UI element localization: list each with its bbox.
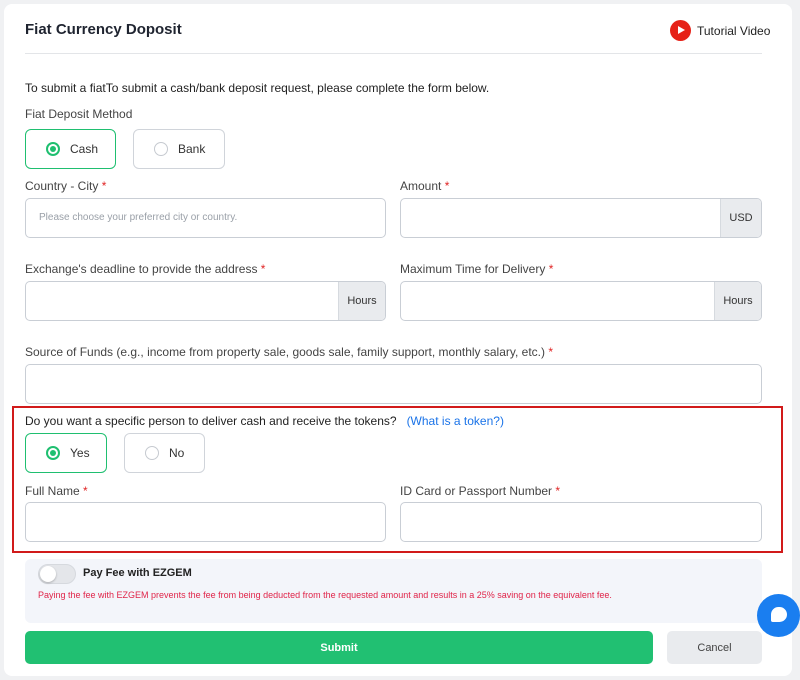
pay-fee-label: Pay Fee with EZGEM — [83, 567, 192, 579]
country-city-placeholder: Please choose your preferred city or cou… — [39, 212, 238, 223]
max-delivery-input[interactable]: Hours — [400, 281, 762, 321]
amount-label: Amount * — [400, 179, 450, 193]
source-of-funds-input[interactable] — [25, 364, 762, 404]
exchange-deadline-input[interactable]: Hours — [25, 281, 386, 321]
specific-person-option-label: Yes — [70, 446, 90, 460]
radio-unchecked-icon — [154, 142, 168, 156]
deposit-method-label: Fiat Deposit Method — [25, 107, 133, 121]
intro-text: To submit a fiatTo submit a cash/bank de… — [25, 81, 490, 95]
youtube-play-icon — [670, 20, 691, 41]
amount-currency-suffix: USD — [720, 199, 761, 237]
radio-checked-icon — [46, 446, 60, 460]
specific-person-question: Do you want a specific person to deliver… — [25, 414, 504, 428]
full-name-label: Full Name * — [25, 484, 88, 498]
header-divider — [25, 53, 762, 54]
method-option-bank[interactable]: Bank — [133, 129, 225, 169]
specific-person-option-label: No — [169, 446, 185, 460]
cancel-button[interactable]: Cancel — [667, 631, 762, 664]
exchange-deadline-label: Exchange's deadline to provide the addre… — [25, 262, 266, 276]
id-card-input[interactable] — [400, 502, 762, 542]
chat-bubble-icon[interactable] — [757, 594, 800, 637]
country-city-label: Country - City * — [25, 179, 107, 193]
tutorial-video-label: Tutorial Video — [697, 23, 771, 38]
specific-person-yes[interactable]: Yes — [25, 433, 107, 473]
method-option-cash[interactable]: Cash — [25, 129, 116, 169]
radio-checked-icon — [46, 142, 60, 156]
amount-input[interactable]: USD — [400, 198, 762, 238]
fee-note: Paying the fee with EZGEM prevents the f… — [38, 590, 612, 600]
specific-person-no[interactable]: No — [124, 433, 205, 473]
max-delivery-suffix: Hours — [714, 282, 761, 320]
source-of-funds-label: Source of Funds (e.g., income from prope… — [25, 345, 554, 359]
exchange-deadline-suffix: Hours — [338, 282, 385, 320]
country-city-input[interactable]: Please choose your preferred city or cou… — [25, 198, 386, 238]
what-is-token-link[interactable]: (What is a token?) — [407, 414, 504, 428]
pay-fee-toggle[interactable] — [38, 564, 76, 584]
radio-unchecked-icon — [145, 446, 159, 460]
page-title: Fiat Currency Doposit — [25, 21, 182, 38]
full-name-input[interactable] — [25, 502, 386, 542]
id-card-label: ID Card or Passport Number * — [400, 484, 561, 498]
method-option-label: Bank — [178, 142, 206, 156]
submit-button[interactable]: Submit — [25, 631, 653, 664]
tutorial-video-link[interactable]: Tutorial Video — [670, 20, 770, 41]
max-delivery-label: Maximum Time for Delivery * — [400, 262, 554, 276]
method-option-label: Cash — [70, 142, 99, 156]
